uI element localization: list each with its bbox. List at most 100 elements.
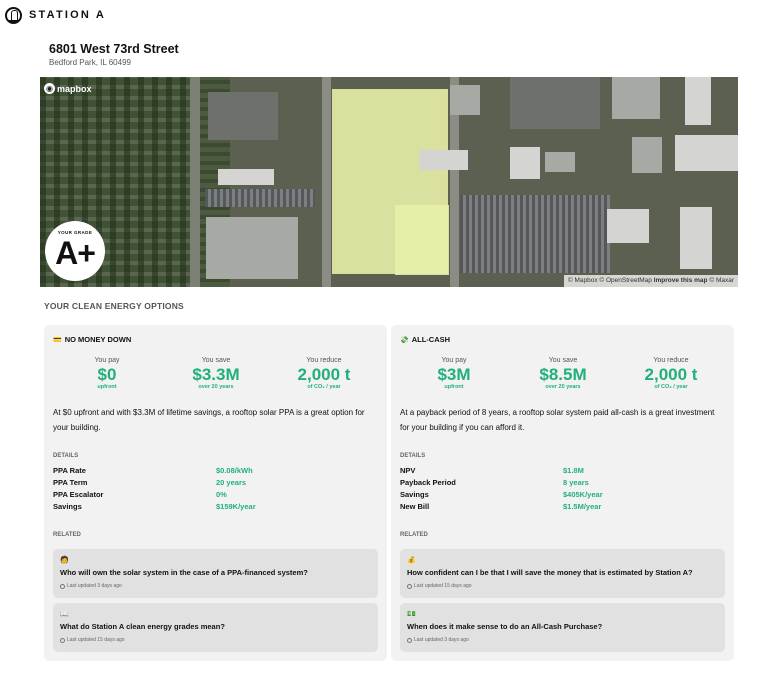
stat-label: You pay: [94, 357, 120, 364]
building: [685, 77, 711, 125]
stat-you-pay: You pay $3M upfront: [399, 357, 509, 390]
detail-key: Savings: [53, 502, 82, 511]
detail-key: NPV: [400, 466, 416, 475]
stat-value: 2,000 t: [297, 365, 351, 384]
book-icon: 📖: [60, 611, 69, 618]
building: [208, 92, 278, 140]
building: [510, 147, 540, 179]
stat-value: $3M: [437, 365, 471, 384]
parking-lot: [460, 195, 610, 273]
stat-sub: of CO₂ / year: [654, 384, 688, 390]
stat-label: You save: [201, 357, 231, 364]
detail-key: New Bill: [400, 502, 430, 511]
building: [545, 152, 575, 172]
stat-sub: over 20 years: [198, 384, 234, 390]
money-icon: 💸: [400, 336, 409, 344]
detail-row: Savings $159K/year: [53, 502, 373, 514]
clock-icon: [60, 583, 65, 589]
section-title: YOUR CLEAN ENERGY OPTIONS: [44, 301, 184, 311]
parking-lot: [205, 189, 315, 207]
option-summary: At $0 upfront and with $3.3M of lifetime…: [53, 408, 365, 432]
stat-value: $0: [97, 365, 117, 384]
clock-icon: [60, 637, 65, 643]
street: [322, 77, 331, 287]
attribution-osm-link[interactable]: © OpenStreetMap: [599, 277, 651, 284]
cash-icon: 💵: [407, 611, 416, 618]
improve-map-link[interactable]: Improve this map: [654, 277, 708, 284]
related-question[interactable]: Who will own the solar system in the cas…: [60, 568, 308, 577]
building: [450, 85, 480, 115]
detail-key: PPA Escalator: [53, 490, 104, 499]
card-title-text: ALL-CASH: [411, 335, 451, 344]
last-updated: Last updated 15 days ago: [414, 583, 472, 589]
stat-you-save: You save $3.3M over 20 years: [161, 357, 271, 390]
clock-icon: [407, 637, 412, 643]
last-updated: Last updated 3 days ago: [414, 637, 469, 643]
detail-key: PPA Rate: [53, 466, 86, 475]
stat-you-reduce: You reduce 2,000 t of CO₂ / year: [269, 357, 379, 390]
stat-label: You pay: [441, 357, 467, 364]
detail-row: New Bill $1.5M/year: [400, 502, 720, 514]
stat-sub: upfront: [444, 384, 464, 390]
option-summary: At a payback period of 8 years, a roofto…: [400, 408, 715, 432]
map-attribution: © Mapbox © OpenStreetMap Improve this ma…: [563, 275, 738, 287]
stat-value: $3.3M: [192, 365, 240, 384]
clock-icon: [407, 583, 412, 589]
detail-row: NPV $1.8M: [400, 466, 720, 478]
stat-value: 2,000 t: [644, 365, 698, 384]
detail-value: $1.5M/year: [563, 502, 602, 511]
mapbox-icon: ◉: [44, 83, 55, 94]
station-a-logo-icon[interactable]: [5, 7, 22, 24]
card-title-text: NO MONEY DOWN: [64, 335, 132, 344]
related-question[interactable]: How confident can I be that I will save …: [407, 568, 693, 577]
detail-key: Payback Period: [400, 478, 456, 487]
stat-sub: over 20 years: [545, 384, 581, 390]
related-meta: Last updated 15 days ago: [407, 583, 472, 589]
detail-key: Savings: [400, 490, 429, 499]
stat-you-pay: You pay $0 upfront: [52, 357, 162, 390]
brand-name[interactable]: STATION A: [29, 9, 106, 21]
credit-card-icon: 💳: [53, 336, 62, 344]
detail-row: Payback Period 8 years: [400, 478, 720, 490]
stat-sub: upfront: [97, 384, 117, 390]
stat-sub: of CO₂ / year: [307, 384, 341, 390]
detail-value: $1.8M: [563, 466, 584, 475]
related-question[interactable]: When does it make sense to do an All-Cas…: [407, 622, 602, 631]
attribution-mapbox-link[interactable]: © Mapbox: [568, 277, 598, 284]
detail-value: $159K/year: [216, 502, 256, 511]
related-article[interactable]: 📖 What do Station A clean energy grades …: [53, 603, 378, 652]
satellite-map[interactable]: ◉ mapbox © Mapbox © OpenStreetMap Improv…: [40, 77, 738, 287]
building: [420, 150, 468, 170]
related-article[interactable]: 🧑 Who will own the solar system in the c…: [53, 549, 378, 598]
attribution-maxar-link[interactable]: © Maxar: [709, 277, 734, 284]
card-title: 💸 ALL-CASH: [400, 335, 450, 344]
option-card-all-cash: 💸 ALL-CASH You pay $3M upfront You save …: [391, 325, 734, 661]
stat-label: You reduce: [306, 357, 342, 364]
stats-row: You pay $0 upfront You save $3.3M over 2…: [44, 357, 387, 397]
building: [632, 137, 662, 173]
stat-label: You save: [548, 357, 578, 364]
details-label: DETAILS: [400, 453, 426, 459]
mapbox-logo[interactable]: ◉ mapbox: [44, 82, 92, 95]
stats-row: You pay $3M upfront You save $8.5M over …: [391, 357, 734, 397]
related-article[interactable]: 💵 When does it make sense to do an All-C…: [400, 603, 725, 652]
detail-row: PPA Rate $0.08/kWh: [53, 466, 373, 478]
address-city: Bedford Park, IL 60499: [49, 58, 131, 67]
detail-value: 8 years: [563, 478, 589, 487]
related-meta: Last updated 15 days ago: [60, 637, 125, 643]
detail-key: PPA Term: [53, 478, 88, 487]
detail-value: $0.08/kWh: [216, 466, 253, 475]
related-article[interactable]: 💰 How confident can I be that I will sav…: [400, 549, 725, 598]
building: [680, 207, 712, 269]
street: [190, 77, 200, 287]
mapbox-logo-text: mapbox: [57, 83, 92, 94]
option-card-no-money-down: 💳 NO MONEY DOWN You pay $0 upfront You s…: [44, 325, 387, 661]
money-bag-icon: 💰: [407, 557, 416, 564]
detail-value: 20 years: [216, 478, 247, 487]
stat-you-save: You save $8.5M over 20 years: [508, 357, 618, 390]
rooftop-solar-area: [395, 205, 449, 275]
detail-value: $405K/year: [563, 490, 603, 499]
detail-row: Savings $405K/year: [400, 490, 720, 502]
related-question[interactable]: What do Station A clean energy grades me…: [60, 622, 225, 631]
last-updated: Last updated 15 days ago: [67, 637, 125, 643]
